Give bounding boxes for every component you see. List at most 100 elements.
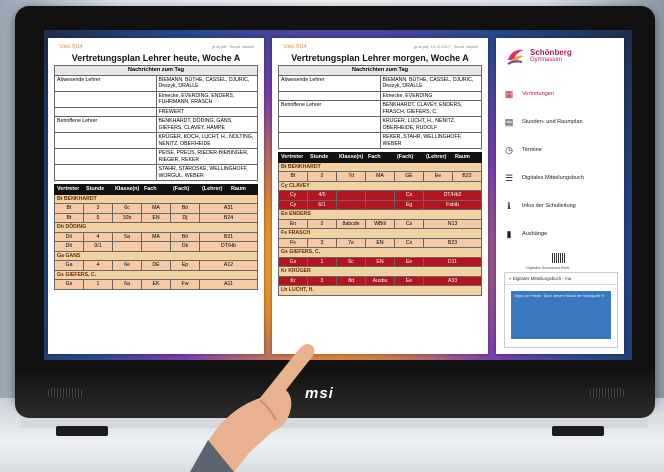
sidebar-item-termine[interactable]: ◷ Termine	[502, 142, 620, 158]
table-cell: Ee	[423, 171, 453, 182]
table-cell: WBiii	[365, 218, 395, 229]
news-who	[54, 132, 157, 149]
table-cell: B24	[199, 212, 258, 223]
panel-today: Unis 2014 gt at pdf · Stand: aktuell Vert…	[48, 38, 264, 354]
table-row: Kr 3 8d Ausbu Ee A33	[278, 275, 482, 286]
news-row: REKER, STAHR, WELLINGHOFF, WEBER	[278, 132, 482, 149]
table-cell: 1	[83, 279, 113, 290]
table-cell	[365, 199, 395, 210]
panel-org: Unis 2014	[284, 44, 307, 50]
table-cell: Fsbib	[423, 199, 482, 210]
table-cell: Bö	[170, 203, 200, 214]
sidebar-item-label: Stunden- und Raumplan	[522, 119, 583, 125]
table-cell	[336, 199, 366, 210]
table-cell: Dj	[170, 212, 200, 223]
sidebar-item-aushänge[interactable]: ▮ Aushänge	[502, 226, 620, 242]
sidebar-item-label: Digitales Mitteilungsbuch	[522, 175, 584, 181]
table-cell	[112, 241, 142, 252]
panel-tomorrow: Unis 2014 gt at pdf, 14.11.2017 · Stand: …	[272, 38, 488, 354]
news-table: Nachrichten zum Tag Abwesende Lehrer BIEMA…	[278, 65, 482, 149]
table-cell: Bt	[54, 203, 84, 214]
table-cell: A12	[199, 260, 258, 271]
teacher-group: Gs GIEFERS, C.	[54, 269, 258, 280]
table-cell: 6a	[112, 279, 142, 290]
table-cell: GE	[394, 171, 424, 182]
news-row: PEISE, PREUS, RIEDER-BIEBINGER, RIEGER, …	[54, 148, 258, 165]
teacher-group: Fs FRASCH	[278, 228, 482, 239]
news-table: Nachrichten zum Tag Abwesende Lehrer BIEMA…	[54, 65, 258, 181]
sidebar-item-label: Aushänge	[522, 231, 548, 237]
table-row: Bt 5 10b EN Dj B24	[54, 212, 258, 223]
table-row: Bt 2 7d MA GE Ee B22	[278, 171, 482, 182]
school-name: Schönberg	[530, 48, 572, 57]
sidebar-item-infos-der-schulleitung[interactable]: ℹ Infos der Schulleitung	[502, 198, 620, 214]
column-header: Vertreter	[278, 152, 308, 163]
news-text: KRÜGER, KOCH, LUCHT, H., NOLTING, NENITZ…	[155, 132, 258, 149]
table-cell: 3	[307, 275, 337, 286]
news-who	[54, 164, 157, 181]
table-row: Dö 0/1 Dk DT/Hb	[54, 241, 258, 252]
sidebar-item-digitales-mitteilungsbuch[interactable]: ☰ Digitales Mitteilungsbuch	[502, 170, 620, 186]
qr-code-icon	[552, 253, 566, 263]
news-text: BENKHARDT, DÖDING, GANS, GIEFERS, CLAVEY…	[155, 116, 258, 133]
table-cell: Cy	[278, 199, 308, 210]
teacher-group: Dö DÖDING	[54, 222, 258, 233]
table-cell: DE	[141, 260, 171, 271]
table-row: Ga 4 6e DE Ep A12	[54, 260, 258, 271]
table-cell: EK	[141, 279, 171, 290]
grid-icon: ▦	[504, 88, 514, 99]
table-cell: MA	[141, 231, 171, 242]
table-cell: 5c	[336, 256, 366, 267]
teacher-group: Cy CLAVEY	[278, 180, 482, 191]
substitution-table: Vertreter Stunde Klasse(n) Fach (Fach) (Lehre…	[278, 152, 482, 296]
table-cell: 4	[83, 260, 113, 271]
table-cell	[365, 190, 395, 201]
news-text: Eimecke, EVERDING	[379, 90, 482, 101]
column-header: (Fach)	[170, 184, 200, 195]
touch-screen[interactable]: Unis 2014 gt at pdf · Stand: aktuell Vert…	[44, 30, 632, 360]
table-row: Cy 6/1 Eg Fsbib	[278, 199, 482, 210]
table-cell	[336, 190, 366, 201]
teacher-group: Lh LUCHT, H.	[278, 285, 482, 296]
table-cell: 8abcde	[336, 218, 366, 229]
table-row: Gs 1 6a EK Fw A11	[54, 279, 258, 290]
sidebar-item-label: Vertretungen	[522, 91, 555, 97]
table-cell: Fw	[170, 279, 200, 290]
qr-label: Digitales Schwarzes Brett	[526, 266, 570, 270]
preview-text: Tipps von Frieda · Da in diesem Monat de…	[511, 291, 611, 339]
news-who: Abwesende Lehrer	[278, 74, 381, 92]
table-cell: Ee	[394, 275, 424, 286]
table-cell: N13	[423, 218, 482, 229]
table-cell: Cs	[394, 218, 424, 229]
table-cell: Dk	[170, 241, 200, 252]
column-header: (Lehrer)	[199, 184, 229, 195]
panel-org: Unis 2014	[60, 44, 83, 50]
school-logo-icon	[507, 49, 524, 65]
panel-meta: gt at pdf · Stand: aktuell	[211, 44, 254, 49]
table-cell: 6c	[112, 203, 142, 214]
table-cell: Dö	[54, 231, 84, 242]
table-cell: 3	[307, 237, 337, 248]
column-header: (Lehrer)	[423, 152, 453, 163]
table-cell: Cs	[394, 237, 424, 248]
column-header: Vertreter	[54, 184, 84, 195]
sidebar-item-label: Termine	[522, 147, 542, 153]
news-row: FREWERT	[54, 106, 258, 117]
news-who	[278, 90, 381, 101]
table-cell: MA	[365, 171, 395, 182]
news-row: Abwesende Lehrer BIEMANN, BÜTHE, CASSEL, …	[54, 74, 258, 92]
sidebar-item-vertretungen[interactable]: ▦ Vertretungen	[502, 86, 620, 102]
sidebar-item-stunden-und-raumplan[interactable]: ▤ Stunden- und Raumplan	[502, 114, 620, 130]
message-book-preview[interactable]: « Digitales Mitteilungsbuch - Ina Tipps …	[504, 272, 618, 348]
table-cell: A11	[199, 279, 258, 290]
news-text: KRÜGER, LUCHT, H., NENITZ, OBERHEIDE, RU…	[379, 116, 482, 133]
table-cell: D11	[423, 256, 482, 267]
teacher-group: Ga GANS	[54, 250, 258, 261]
news-text: BENKHARDT, CLAVEY, ENDERS, FRASCH, GIEFE…	[379, 100, 482, 117]
news-text: BIEMANN, BÜTHE, CASSEL, DJURIC, Deszyk, …	[379, 74, 482, 92]
table-row: Cy 4/5 Cs DT/Hb2	[278, 190, 482, 201]
news-who	[54, 90, 157, 108]
table-cell: 7d	[336, 171, 366, 182]
substitution-table: Vertreter Stunde Klasse(n) Fach (Fach) (Lehre…	[54, 184, 258, 290]
column-header: Klasse(n)	[112, 184, 142, 195]
